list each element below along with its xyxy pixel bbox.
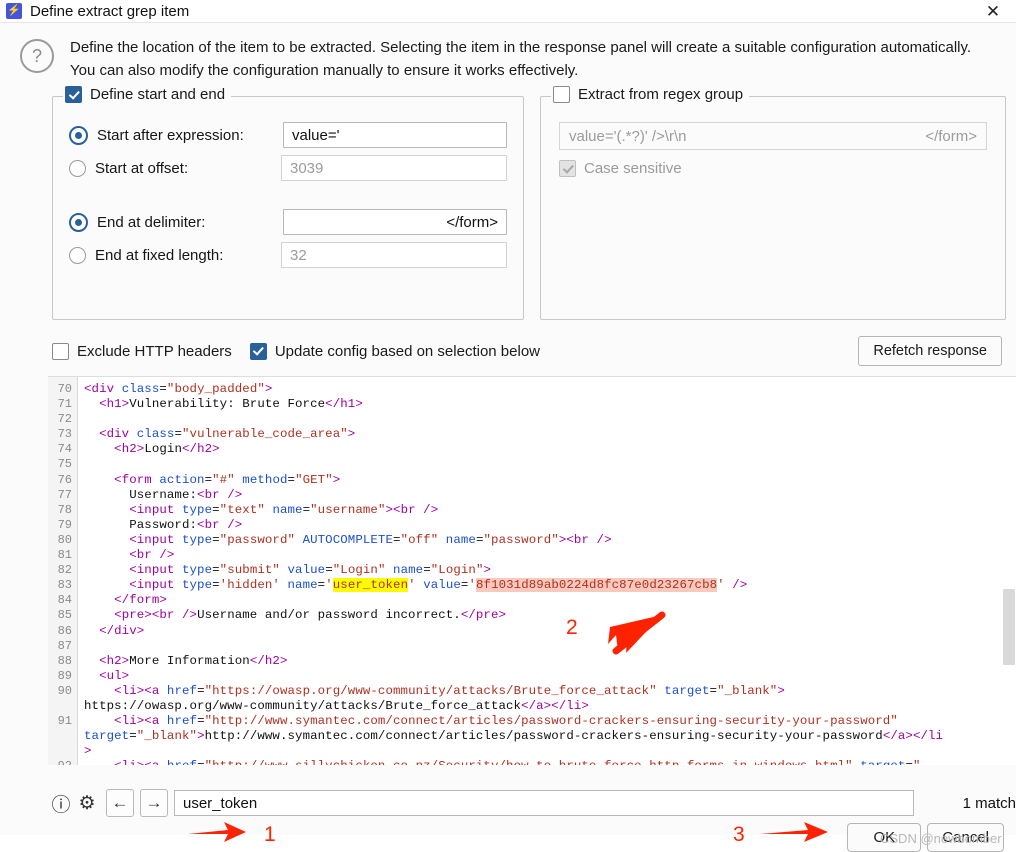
code-scrollbar-thumb[interactable] bbox=[1003, 589, 1015, 665]
dialog-footer: OK Cancel bbox=[847, 823, 1004, 852]
ok-button[interactable]: OK bbox=[847, 823, 922, 852]
define-start-end-legend: Define start and end bbox=[63, 86, 232, 103]
start-after-expression-input[interactable]: value=' bbox=[283, 122, 507, 148]
refetch-response-button[interactable]: Refetch response bbox=[858, 336, 1002, 366]
lightning-bolt-icon bbox=[6, 3, 22, 19]
end-at-delimiter-input[interactable]: </form> bbox=[283, 209, 507, 235]
response-code-viewer[interactable]: 70 71 72 73 74 75 76 77 78 79 80 81 82 8… bbox=[48, 376, 1016, 765]
exclude-http-headers-checkbox[interactable] bbox=[52, 342, 69, 360]
gear-icon[interactable]: ⚙ bbox=[74, 790, 100, 816]
start-after-expression-radio[interactable] bbox=[69, 125, 88, 145]
line-number: 80 bbox=[57, 532, 72, 547]
line-number: 92 bbox=[48, 759, 72, 765]
annotation-arrow-1 bbox=[186, 819, 248, 845]
end-at-delimiter-radio[interactable] bbox=[69, 212, 88, 232]
search-input[interactable]: user_token bbox=[174, 790, 914, 816]
extract-regex-group: Extract from regex group value='(.*?)' /… bbox=[540, 86, 1006, 320]
close-icon[interactable]: ✕ bbox=[980, 0, 1006, 22]
end-at-fixed-length-radio[interactable] bbox=[69, 246, 86, 264]
start-at-offset-radio[interactable] bbox=[69, 159, 86, 177]
case-sensitive-row: Case sensitive bbox=[559, 160, 987, 177]
question-mark-icon: ? bbox=[20, 39, 54, 73]
search-toolbar: ⓘ ⚙ ← → user_token 1 match bbox=[48, 785, 1016, 821]
line-number: 78 bbox=[57, 502, 72, 517]
config-groups: Define start and end Start after express… bbox=[52, 86, 1006, 320]
start-after-expression-row: Start after expression: value=' bbox=[69, 122, 507, 148]
line-number: 89 bbox=[57, 668, 72, 683]
line-number-gutter: 70 71 72 73 74 75 76 77 78 79 80 81 82 8… bbox=[48, 377, 78, 765]
define-start-end-checkbox[interactable] bbox=[65, 86, 82, 103]
end-at-fixed-length-row: End at fixed length: 32 bbox=[69, 242, 507, 268]
annotation-arrow-3 bbox=[758, 819, 830, 845]
line-number: 87 bbox=[57, 638, 72, 653]
title-bar: Define extract grep item ✕ bbox=[0, 0, 1016, 22]
line-number: 72 bbox=[57, 412, 72, 427]
extract-regex-checkbox[interactable] bbox=[553, 86, 570, 103]
regex-pattern-right: </form> bbox=[925, 127, 977, 145]
search-previous-button[interactable]: ← bbox=[106, 789, 134, 817]
options-row: Exclude HTTP headers Update config based… bbox=[52, 336, 1002, 366]
start-at-offset-row: Start at offset: 3039 bbox=[69, 155, 507, 181]
line-number: 75 bbox=[57, 457, 72, 472]
line-number bbox=[48, 729, 72, 744]
intro-section: ? Define the location of the item to be … bbox=[0, 23, 1016, 82]
line-number: 88 bbox=[57, 653, 72, 668]
start-after-expression-label: Start after expression: bbox=[97, 126, 244, 144]
update-config-checkbox[interactable] bbox=[249, 342, 267, 360]
extract-regex-legend: Extract from regex group bbox=[551, 86, 750, 103]
case-sensitive-label: Case sensitive bbox=[584, 160, 682, 177]
annotation-number-1: 1 bbox=[264, 823, 276, 846]
regex-pattern-input[interactable]: value='(.*?)' />\r\n </form> bbox=[559, 122, 987, 150]
update-config-label: Update config based on selection below bbox=[274, 342, 540, 360]
define-start-end-label: Define start and end bbox=[90, 86, 226, 103]
start-at-offset-input[interactable]: 3039 bbox=[281, 155, 507, 181]
line-number: 83 bbox=[57, 578, 72, 593]
code-scrollbar[interactable] bbox=[1002, 377, 1016, 765]
response-code-text: <div class="body_padded"> <h1>Vulnerabil… bbox=[84, 382, 944, 765]
window-title: Define extract grep item bbox=[30, 2, 190, 20]
cancel-button[interactable]: Cancel bbox=[927, 823, 1004, 852]
line-number bbox=[48, 744, 72, 759]
end-at-fixed-length-label: End at fixed length: bbox=[95, 246, 224, 264]
dialog-body: ? Define the location of the item to be … bbox=[0, 22, 1016, 852]
intro-text: Define the location of the item to be ex… bbox=[70, 39, 972, 79]
end-at-delimiter-label: End at delimiter: bbox=[97, 213, 206, 231]
line-number bbox=[48, 699, 72, 714]
annotation-number-3: 3 bbox=[733, 823, 745, 846]
line-number: 86 bbox=[57, 623, 72, 638]
exclude-http-headers-label: Exclude HTTP headers bbox=[77, 342, 232, 360]
line-number: 91 bbox=[57, 714, 72, 729]
end-at-delimiter-row: End at delimiter: </form> bbox=[69, 209, 507, 235]
line-number: 84 bbox=[57, 593, 72, 608]
define-start-end-group: Define start and end Start after express… bbox=[52, 86, 524, 320]
case-sensitive-checkbox[interactable] bbox=[559, 160, 576, 177]
search-next-button[interactable]: → bbox=[140, 789, 168, 817]
line-number: 76 bbox=[57, 472, 72, 487]
match-count-label: 1 match bbox=[962, 794, 1016, 812]
line-number: 85 bbox=[57, 608, 72, 623]
line-number: 73 bbox=[57, 427, 72, 442]
line-number: 79 bbox=[57, 517, 72, 532]
line-number: 81 bbox=[57, 548, 72, 563]
question-mark-icon[interactable]: ⓘ bbox=[48, 790, 74, 816]
extract-regex-label: Extract from regex group bbox=[578, 86, 744, 103]
line-number: 71 bbox=[57, 397, 72, 412]
line-number: 70 bbox=[57, 382, 72, 396]
line-number: 74 bbox=[57, 442, 72, 457]
end-at-fixed-length-input[interactable]: 32 bbox=[281, 242, 507, 268]
start-at-offset-label: Start at offset: bbox=[95, 159, 189, 177]
line-number: 77 bbox=[57, 487, 72, 502]
line-number: 90 bbox=[57, 683, 72, 698]
line-number: 82 bbox=[57, 563, 72, 578]
regex-pattern-left: value='(.*?)' />\r\n bbox=[569, 127, 687, 145]
